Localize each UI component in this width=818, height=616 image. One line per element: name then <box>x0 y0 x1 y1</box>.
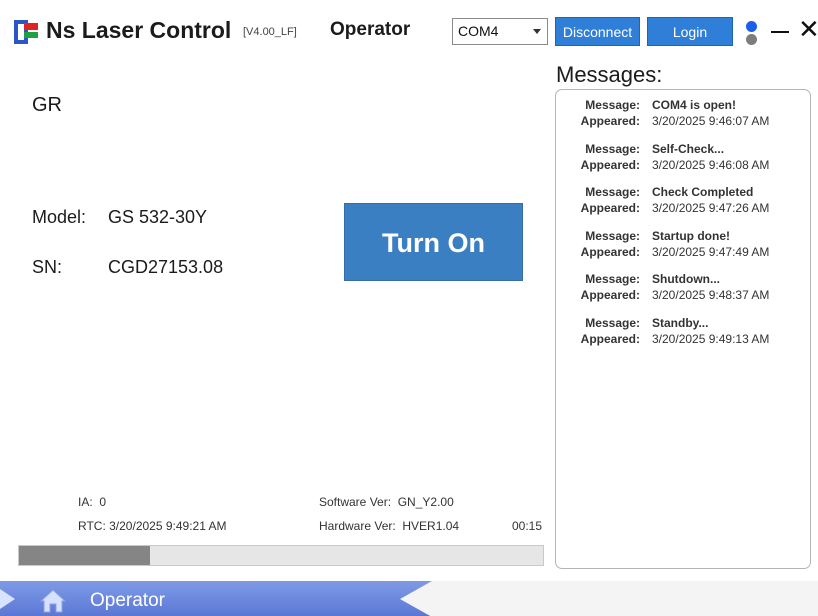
status-dot-active <box>746 21 757 32</box>
appeared-time: 3/20/2025 9:46:07 AM <box>652 114 770 128</box>
message-text: Startup done! <box>652 228 730 243</box>
message-label: Message: <box>585 185 640 199</box>
user-role-label: Operator <box>330 19 411 40</box>
message-label: Message: <box>585 272 640 286</box>
software-version: Software Ver: GN_Y2.00 <box>319 495 454 509</box>
message-label: Message: <box>585 228 640 243</box>
disconnect-button[interactable]: Disconnect <box>555 17 640 46</box>
login-button[interactable]: Login <box>647 17 733 46</box>
appeared-time: 3/20/2025 9:49:13 AM <box>652 331 770 346</box>
app-title: Ns Laser Control <box>46 17 232 43</box>
message-text: Shutdown... <box>652 272 720 286</box>
ia-readout: IA: 0 <box>78 495 106 509</box>
connection-status-indicator <box>746 21 760 47</box>
sn-label: SN: <box>32 257 63 277</box>
messages-panel[interactable]: Message: COM4 is open! Appeared: 3/20/2025 … <box>555 89 811 569</box>
chevron-down-icon <box>533 29 541 34</box>
model-label: Model: <box>32 207 87 227</box>
close-icon[interactable]: ✕ <box>798 14 818 44</box>
message-entry: Message: Check Completed Appeared: 3/20/202… <box>556 179 810 215</box>
ia-label: IA: <box>78 495 93 509</box>
device-name: GR <box>32 94 62 116</box>
com-port-select[interactable]: COM4 <box>452 18 548 45</box>
appeared-label: Appeared: <box>580 288 640 302</box>
progress-bar <box>18 545 544 566</box>
sn-value: CGD27153.08 <box>108 257 224 277</box>
app-version: [V4.00_LF] <box>243 26 297 38</box>
message-entry: Message: Standby... Appeared: 3/20/2025 9:4… <box>556 310 810 346</box>
hardware-version-value: HVER1.04 <box>402 519 460 533</box>
message-entry: Message: Startup done! Appeared: 3/20/2025 … <box>556 223 810 259</box>
minimize-icon[interactable] <box>771 31 789 33</box>
software-version-label: Software Ver: <box>319 495 392 509</box>
ia-value: 0 <box>99 495 107 509</box>
rtc-readout: RTC: 3/20/2025 9:49:21 AM <box>78 519 227 533</box>
appeared-time: 3/20/2025 9:48:37 AM <box>652 288 770 302</box>
appeared-label: Appeared: <box>580 331 640 346</box>
message-label: Message: <box>585 315 640 330</box>
nav-tab-notch <box>400 581 432 616</box>
turn-on-button[interactable]: Turn On <box>344 203 523 281</box>
hardware-version-label: Hardware Ver: <box>319 519 396 533</box>
progress-fill <box>19 546 150 565</box>
model-value: GS 532-30Y <box>108 207 208 227</box>
message-entry: Message: COM4 is open! Appeared: 3/20/2025 … <box>556 92 810 128</box>
appeared-label: Appeared: <box>580 157 640 172</box>
nav-label-operator: Operator <box>90 590 165 611</box>
software-version-value: GN_Y2.00 <box>397 495 454 509</box>
hardware-version: Hardware Ver: HVER1.04 <box>319 519 459 533</box>
message-text: Check Completed <box>652 185 754 199</box>
appeared-label: Appeared: <box>580 244 640 259</box>
app-logo <box>14 20 38 44</box>
appeared-time: 3/20/2025 9:47:49 AM <box>652 244 770 259</box>
appeared-label: Appeared: <box>580 201 640 215</box>
rtc-label: RTC: <box>78 519 106 533</box>
com-port-value: COM4 <box>458 23 499 39</box>
message-entry: Message: Self-Check... Appeared: 3/20/2025 … <box>556 136 810 172</box>
message-label: Message: <box>585 141 640 156</box>
appeared-time: 3/20/2025 9:46:08 AM <box>652 157 770 172</box>
messages-title: Messages: <box>556 62 663 87</box>
rtc-value: 3/20/2025 9:49:21 AM <box>109 519 227 533</box>
message-label: Message: <box>585 98 640 112</box>
message-entry: Message: Shutdown... Appeared: 3/20/2025 9:… <box>556 266 810 302</box>
home-icon <box>40 589 66 613</box>
message-text: Standby... <box>652 315 709 330</box>
nav-arrow-icon <box>0 589 15 609</box>
appeared-time: 3/20/2025 9:47:26 AM <box>652 201 770 215</box>
appeared-label: Appeared: <box>580 114 640 128</box>
status-dot-inactive <box>746 34 757 45</box>
message-text: Self-Check... <box>652 141 725 156</box>
message-text: COM4 is open! <box>652 98 737 112</box>
elapsed-timer: 00:15 <box>512 519 543 533</box>
